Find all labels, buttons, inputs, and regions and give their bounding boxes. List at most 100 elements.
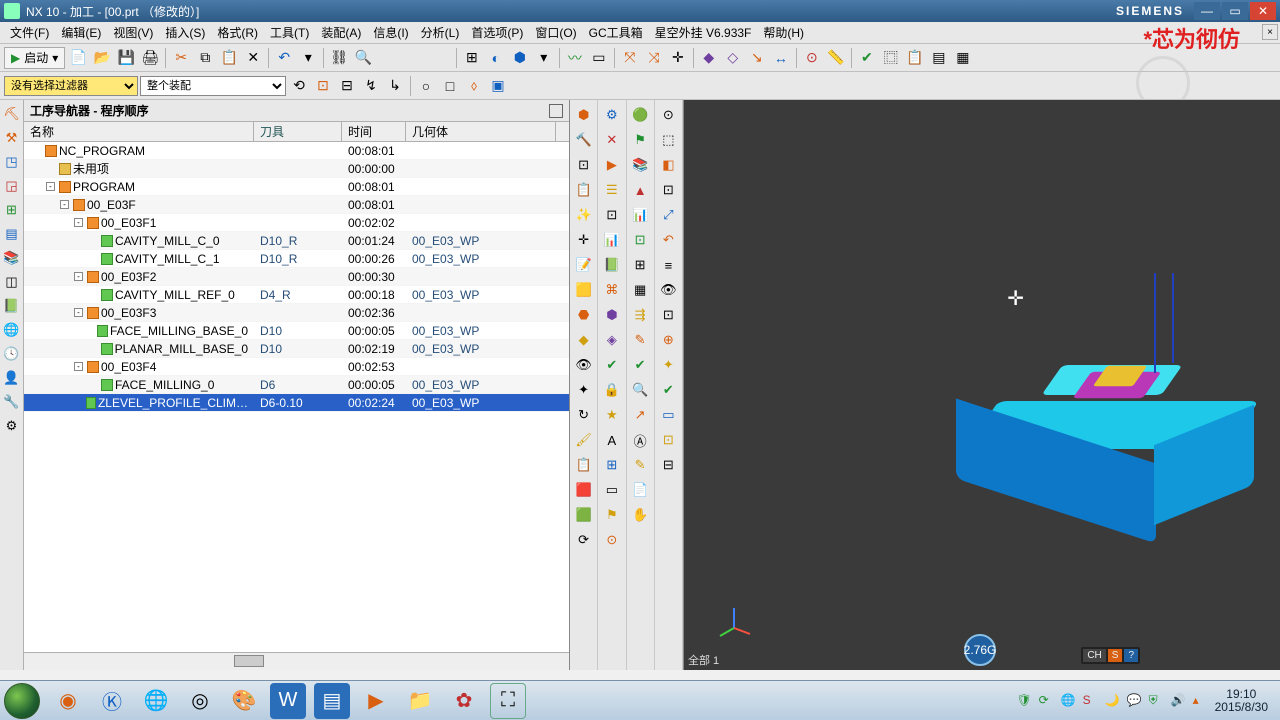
measure-button[interactable]: ◆ [698,47,720,69]
menu-help[interactable]: 帮助(H) [757,24,810,41]
taskbar-nx-icon[interactable]: ⛶ [490,683,526,719]
close-button[interactable]: ✕ [1250,2,1276,20]
taskbar-media-icon[interactable]: ▶ [358,683,394,719]
attr-filter-button[interactable]: ↳ [384,75,406,97]
menu-window[interactable]: 窗口(O) [529,24,582,41]
type-filter-button[interactable]: ⊡ [312,75,334,97]
cube-yellow-button[interactable]: 🟨 [573,279,595,301]
reuse-lib-button[interactable]: 📚 [2,248,22,268]
geometry-view-button[interactable]: ◳ [2,152,22,172]
op-navigator-button[interactable]: ⛏ [2,104,22,124]
graphics-viewport[interactable]: ✛ 2.76G CH S ? 全部 1 [684,100,1280,670]
save-button[interactable]: 💾 [115,47,137,69]
post-button[interactable]: ⿴ [880,47,902,69]
table-row[interactable]: FACE_MILLING_BASE_0D1000:00:0500_E03_WP [24,322,569,340]
orient-button[interactable]: ⊕ [657,329,679,351]
snap-end-button[interactable]: ↘ [746,47,768,69]
star-2-button[interactable]: ✦ [657,354,679,376]
launch-button[interactable]: ▶ 启动 ▾ [4,47,65,69]
point-button[interactable]: ✛ [573,229,595,251]
table-row[interactable]: ZLEVEL_PROFILE_CLIM…D6-0.1000:02:2400_E0… [24,394,569,412]
shop-floor-button[interactable]: 📗 [601,254,623,276]
taskbar-app-2-icon[interactable]: Ⓚ [94,683,130,719]
show-button[interactable]: ⊡ [657,304,679,326]
menu-insert[interactable]: 插入(S) [159,24,211,41]
generate-tp-button[interactable]: ⚙ [601,104,623,126]
machine-tool-button[interactable]: ⚒ [2,128,22,148]
paste-button[interactable]: 📋 [218,47,240,69]
wcs-origin-button[interactable]: ⤨ [643,47,665,69]
table-row[interactable]: NC_PROGRAM00:08:01 [24,142,569,160]
delete-tp-button[interactable]: ✕ [601,129,623,151]
create-operation-button[interactable]: ✨ [573,204,595,226]
menu-info[interactable]: 信息(I) [367,24,414,41]
wire-button[interactable]: ⊡ [657,179,679,201]
mdi-close-button[interactable]: × [1262,24,1278,40]
col-name[interactable]: 名称 [24,122,254,141]
curve-button[interactable]: 〰 [564,47,586,69]
sel-box-button[interactable]: □ [439,75,461,97]
table-row[interactable]: -PROGRAM00:08:01 [24,178,569,196]
tray-cloud-icon[interactable]: 🌐 [1061,693,1077,709]
ops-2-button[interactable]: ⬣ [573,304,595,326]
menu-analysis[interactable]: 分析(L) [415,24,466,41]
offset-button[interactable]: ⇶ [629,304,651,326]
ime-widget[interactable]: CH S ? [1081,647,1140,664]
taskbar-app-3-icon[interactable]: ◎ [182,683,218,719]
taskbar-clock[interactable]: 19:10 2015/8/30 [1215,688,1268,714]
taskbar-colorwheel-icon[interactable]: 🎨 [226,683,262,719]
table-row[interactable]: -00_E03F200:00:30 [24,268,569,286]
cycle-button[interactable]: ⟳ [573,529,595,551]
text-button[interactable]: A [601,429,623,451]
copy-button[interactable]: ⧉ [194,47,216,69]
verify-tp-button[interactable]: ▶ [601,154,623,176]
blue-button[interactable]: ⊞ [601,454,623,476]
rect-button[interactable]: ▭ [588,47,610,69]
roles-button[interactable]: 👤 [2,368,22,388]
delete-button[interactable]: ✕ [242,47,264,69]
layer-button[interactable]: ▭ [657,404,679,426]
menu-assembly[interactable]: 装配(A) [315,24,367,41]
create-geometry-button[interactable]: ⊡ [573,154,595,176]
approve-2-button[interactable]: ✔ [629,354,651,376]
menu-view[interactable]: 视图(V) [107,24,159,41]
taskbar-browser-icon[interactable]: 🌐 [138,683,174,719]
ops-3-button[interactable]: ◆ [573,329,595,351]
books-button[interactable]: 📚 [629,154,651,176]
help-b-button[interactable]: ⊙ [657,104,679,126]
fit-button[interactable]: ⤢ [657,204,679,226]
col-time[interactable]: 时间 [342,122,406,141]
machining-view-button[interactable]: ◲ [2,176,22,196]
menu-format[interactable]: 格式(R) [211,24,264,41]
menu-gc-toolbox[interactable]: GC工具箱 [583,24,649,41]
more-sel-button[interactable]: ▾ [533,47,555,69]
sel-circle-button[interactable]: ○ [415,75,437,97]
expand-toggle[interactable]: - [74,218,83,227]
compass-button[interactable]: ✦ [573,379,595,401]
part-nav-button[interactable]: ▤ [2,224,22,244]
solid-button[interactable]: ⬢ [509,47,531,69]
list-button[interactable]: ▤ [928,47,950,69]
tool-button[interactable]: ✎ [629,329,651,351]
bookmark-button[interactable]: 🔧 [2,392,22,412]
green-cube-button[interactable]: 🟩 [573,504,595,526]
chart-button[interactable]: 📊 [629,204,651,226]
table-row[interactable]: CAVITY_MILL_REF_0D4_R00:00:1800_E03_WP [24,286,569,304]
cylinder-button[interactable]: ⊙ [601,529,623,551]
print-button[interactable]: 🖨 [139,47,161,69]
yellow-flag-button[interactable]: ⚑ [601,504,623,526]
open-file-button[interactable]: 📂 [91,47,113,69]
clock-icon[interactable]: 🕓 [2,344,22,364]
expand-toggle[interactable]: - [74,272,83,281]
minimize-button[interactable]: — [1194,2,1220,20]
selection-filter-select[interactable]: 没有选择过滤器 [4,76,138,96]
table-row[interactable]: -00_E03F300:02:36 [24,304,569,322]
tray-moon-icon[interactable]: 🌙 [1105,693,1121,709]
col-tool[interactable]: 刀具 [254,122,342,141]
tray-shield-icon[interactable]: 🛡 [1017,693,1033,709]
table-row[interactable]: 未用项00:00:00 [24,160,569,178]
dim-button[interactable]: 📏 [825,47,847,69]
create-program-button[interactable]: ⬢ [573,104,595,126]
hand-button[interactable]: ✋ [629,504,651,526]
tray-antivirus-icon[interactable]: ⛨ [1149,693,1165,709]
